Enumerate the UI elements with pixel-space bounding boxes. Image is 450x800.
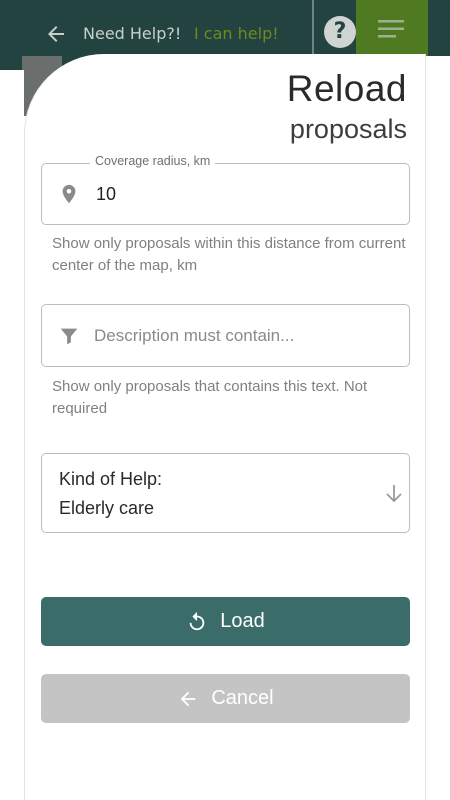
app-subtitle: I can help!: [194, 24, 279, 43]
location-pin-icon: [62, 184, 76, 204]
load-button[interactable]: Load: [41, 597, 410, 646]
right-margin: [426, 56, 450, 800]
left-margin: [0, 70, 24, 800]
kind-of-help-select[interactable]: Kind of Help: Elderly care: [41, 453, 410, 533]
menu-button[interactable]: [356, 0, 428, 56]
filter-icon: [60, 328, 78, 344]
kind-of-help-value: Elderly care: [59, 498, 155, 518]
load-button-label: Load: [220, 610, 265, 632]
cancel-button[interactable]: Cancel: [41, 674, 410, 723]
menu-icon: [378, 20, 404, 38]
dialog-subtitle: proposals: [289, 114, 407, 144]
header-divider: [312, 0, 314, 56]
description-field[interactable]: [41, 304, 410, 367]
arrow-down-icon: [386, 485, 402, 503]
back-arrow-icon[interactable]: [44, 22, 68, 46]
description-hint: Show only proposals that contains this t…: [52, 378, 368, 417]
coverage-radius-hint: Show only proposals within this distance…: [52, 235, 406, 274]
kind-of-help-label: Kind of Help:: [59, 469, 163, 489]
coverage-radius-field[interactable]: Coverage radius, km 10: [41, 154, 410, 225]
coverage-radius-label: Coverage radius, km: [90, 154, 216, 168]
cancel-button-label: Cancel: [211, 687, 274, 709]
reload-proposals-dialog: Reload proposals Coverage radius, km 10 …: [24, 54, 426, 800]
help-icon[interactable]: ?: [324, 16, 356, 48]
arrow-left-icon: [181, 691, 196, 706]
coverage-radius-value: 10: [96, 184, 117, 204]
description-input[interactable]: [94, 319, 394, 353]
refresh-icon: [189, 611, 205, 630]
app-title: Need Help?!: [83, 24, 182, 43]
dialog-title: Reload: [286, 68, 407, 109]
